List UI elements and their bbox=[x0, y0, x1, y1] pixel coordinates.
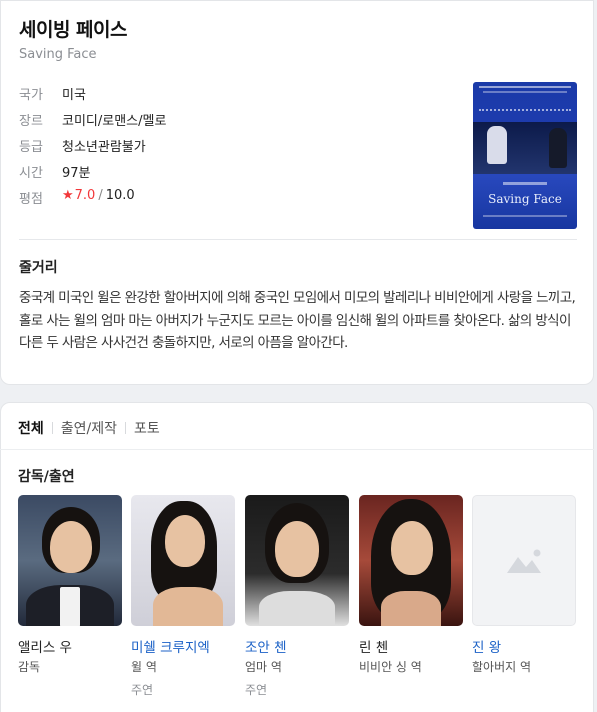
cast-item[interactable]: 진 왕 할아버지 역 bbox=[472, 495, 576, 675]
synopsis-text: 중국계 미국인 윌은 완강한 할아버지에 의해 중국인 모임에서 미모의 발레리… bbox=[19, 290, 576, 351]
info-value: 97분 bbox=[62, 166, 91, 181]
info-value: 코미디/로맨스/멜로 bbox=[62, 114, 167, 129]
tab-cast-crew[interactable]: 출연/제작 bbox=[61, 418, 117, 438]
score-max: 10.0 bbox=[105, 188, 135, 203]
person-role: 엄마 역 bbox=[245, 660, 282, 674]
info-label: 등급 bbox=[19, 140, 43, 155]
poster-cast-names bbox=[479, 109, 571, 112]
info-label: 평점 bbox=[19, 192, 43, 207]
tab-all[interactable]: 전체 bbox=[18, 418, 44, 438]
tab-photo[interactable]: 포토 bbox=[134, 418, 160, 438]
tab-bar: 전체 출연/제작 포토 bbox=[18, 418, 160, 438]
cast-item[interactable]: 린 첸 비비안 싱 역 bbox=[359, 495, 463, 675]
person-photo[interactable] bbox=[245, 495, 349, 626]
score-separator: / bbox=[98, 188, 103, 203]
poster-credits bbox=[503, 182, 547, 185]
person-name[interactable]: 조안 첸 bbox=[245, 636, 349, 656]
cast-item[interactable]: 앨리스 우 감독 bbox=[18, 495, 122, 675]
synopsis-heading: 줄거리 bbox=[19, 260, 58, 276]
movie-poster[interactable]: Saving Face bbox=[473, 82, 577, 229]
movie-info-card: 세이빙 페이스 Saving Face 국가 미국 장르 코미디/로맨스/멜로 … bbox=[0, 0, 594, 385]
divider bbox=[19, 239, 577, 240]
info-row-runtime: 시간 97분 bbox=[19, 162, 91, 181]
cast-item[interactable]: 조안 첸 엄마 역 주연 bbox=[245, 495, 349, 698]
poster-billing bbox=[483, 215, 567, 217]
poster-tagline-2 bbox=[483, 91, 567, 93]
info-row-genre: 장르 코미디/로맨스/멜로 bbox=[19, 110, 166, 129]
cast-item[interactable]: 미쉘 크루지엑 윌 역 주연 bbox=[131, 495, 235, 698]
poster-tagline bbox=[479, 86, 571, 88]
info-row-country: 국가 미국 bbox=[19, 84, 86, 103]
person-category: 주연 bbox=[131, 683, 154, 697]
info-value: 미국 bbox=[62, 88, 86, 103]
tab-separator bbox=[125, 422, 127, 434]
tab-separator bbox=[51, 422, 53, 434]
person-name[interactable]: 미쉘 크루지엑 bbox=[131, 636, 235, 656]
info-label: 국가 bbox=[19, 88, 43, 103]
movie-title: 세이빙 페이스 bbox=[19, 19, 128, 41]
cast-heading: 감독/출연 bbox=[18, 469, 75, 485]
person-name[interactable]: 앨리스 우 bbox=[18, 636, 122, 656]
person-name[interactable]: 린 첸 bbox=[359, 636, 463, 656]
poster-figure bbox=[549, 128, 567, 168]
movie-original-title: Saving Face bbox=[19, 47, 97, 62]
person-category: 주연 bbox=[245, 683, 268, 697]
info-row-rating-grade: 등급 청소년관람불가 bbox=[19, 136, 146, 155]
score-value: ★7.0/10.0 bbox=[62, 188, 135, 207]
info-label: 장르 bbox=[19, 114, 43, 129]
person-photo[interactable] bbox=[18, 495, 122, 626]
info-row-score: 평점 ★7.0/10.0 bbox=[19, 188, 135, 207]
star-icon: ★ bbox=[62, 188, 74, 203]
score-number: 7.0 bbox=[74, 188, 96, 203]
info-value: 청소년관람불가 bbox=[62, 140, 146, 155]
person-role: 비비안 싱 역 bbox=[359, 660, 422, 674]
poster-figure bbox=[487, 126, 507, 164]
info-label: 시간 bbox=[19, 166, 43, 181]
person-photo[interactable] bbox=[359, 495, 463, 626]
person-name[interactable]: 진 왕 bbox=[472, 636, 576, 656]
person-photo[interactable] bbox=[131, 495, 235, 626]
person-role: 감독 bbox=[18, 660, 41, 674]
image-placeholder-icon bbox=[507, 549, 541, 573]
poster-title-text: Saving Face bbox=[488, 192, 562, 206]
divider bbox=[0, 449, 594, 450]
person-role: 윌 역 bbox=[131, 660, 157, 674]
person-photo-placeholder[interactable] bbox=[472, 495, 576, 626]
person-role: 할아버지 역 bbox=[472, 660, 532, 674]
